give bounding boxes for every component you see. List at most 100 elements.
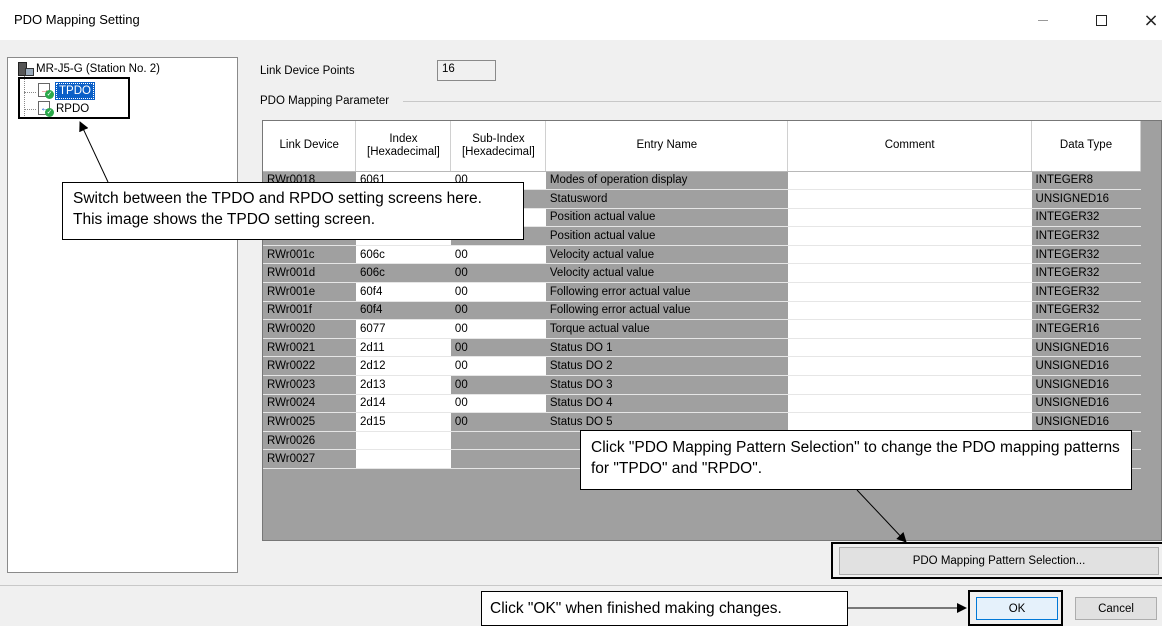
entry-name-cell: Status DO 4 bbox=[545, 394, 788, 414]
comment-cell[interactable] bbox=[787, 245, 1032, 265]
comment-cell[interactable] bbox=[787, 189, 1032, 209]
sub-index-cell: 00 bbox=[450, 375, 546, 395]
link-device-cell: RWr0027 bbox=[263, 449, 356, 469]
window-title: PDO Mapping Setting bbox=[14, 12, 140, 27]
comment-cell[interactable] bbox=[787, 171, 1032, 191]
comment-cell[interactable] bbox=[787, 394, 1032, 414]
table-row[interactable]: RWr0022 2d12 00 Status DO 2 UNSIGNED16 bbox=[263, 356, 1141, 377]
sub-index-cell: 00 bbox=[450, 338, 546, 358]
sub-index-cell: 00 bbox=[450, 301, 546, 321]
index-cell: 2d12 bbox=[355, 356, 451, 377]
sub-index-cell bbox=[450, 431, 546, 451]
close-button[interactable]: × bbox=[1128, 6, 1162, 34]
column-header: Link Device bbox=[263, 121, 357, 172]
entry-name-cell: Position actual value bbox=[545, 208, 788, 228]
comment-cell[interactable] bbox=[787, 282, 1032, 302]
data-type-cell: INTEGER8 bbox=[1031, 171, 1141, 191]
close-icon: × bbox=[1143, 9, 1159, 31]
index-cell: 60f4 bbox=[355, 282, 451, 302]
index-cell bbox=[355, 449, 451, 469]
station-tree: MR-J5-G (Station No. 2) → ✓ TPDO ← ✓ RPDO bbox=[7, 57, 238, 573]
index-cell: 2d15 bbox=[355, 412, 451, 432]
comment-cell[interactable] bbox=[787, 338, 1032, 358]
bottom-divider bbox=[0, 585, 1162, 586]
sub-index-cell: 00 bbox=[450, 356, 546, 377]
data-type-cell: UNSIGNED16 bbox=[1031, 356, 1141, 377]
entry-name-cell: Status DO 5 bbox=[545, 412, 788, 432]
comment-cell[interactable] bbox=[787, 375, 1032, 395]
tree-highlight-frame bbox=[18, 77, 130, 119]
minimize-button[interactable] bbox=[1020, 6, 1066, 34]
comment-cell[interactable] bbox=[787, 356, 1032, 377]
cancel-button[interactable]: Cancel bbox=[1075, 597, 1157, 620]
comment-cell[interactable] bbox=[787, 208, 1032, 228]
tree-root-label: MR-J5-G (Station No. 2) bbox=[36, 62, 160, 75]
comment-cell[interactable] bbox=[787, 226, 1032, 246]
maximize-button[interactable] bbox=[1078, 6, 1124, 34]
index-cell: 2d11 bbox=[355, 338, 451, 358]
table-row[interactable]: RWr001c 606c 00 Velocity actual value INTEGE… bbox=[263, 245, 1141, 265]
column-header: Index [Hexadecimal] bbox=[355, 121, 452, 172]
entry-name-cell: Velocity actual value bbox=[545, 245, 788, 265]
ok-button-highlight-frame bbox=[968, 590, 1063, 626]
comment-cell[interactable] bbox=[787, 319, 1032, 339]
table-row[interactable]: RWr001d 606c 00 Velocity actual value INTEGE… bbox=[263, 263, 1141, 284]
link-device-cell: RWr0025 bbox=[263, 412, 356, 432]
comment-cell[interactable] bbox=[787, 263, 1032, 284]
entry-name-cell: Following error actual value bbox=[545, 282, 788, 302]
link-device-points-label: Link Device Points bbox=[260, 65, 355, 77]
column-header: Sub-Index [Hexadecimal] bbox=[450, 121, 547, 172]
link-device-cell: RWr0021 bbox=[263, 338, 356, 358]
comment-cell[interactable] bbox=[787, 301, 1032, 321]
table-row[interactable]: RWr001e 60f4 00 Following error actual valu… bbox=[263, 282, 1141, 302]
group-divider bbox=[403, 101, 1161, 102]
link-device-cell: RWr0024 bbox=[263, 394, 356, 414]
pattern-button-highlight-frame bbox=[831, 542, 1162, 579]
pdo-mapping-setting-window: PDO Mapping Setting × MR-J5-G (Station N… bbox=[0, 0, 1162, 626]
link-device-cell: RWr0020 bbox=[263, 319, 356, 339]
sub-index-cell: 00 bbox=[450, 282, 546, 302]
data-type-cell: INTEGER32 bbox=[1031, 245, 1141, 265]
link-device-cell: RWr001c bbox=[263, 245, 356, 265]
data-type-cell: INTEGER32 bbox=[1031, 301, 1141, 321]
data-type-cell: UNSIGNED16 bbox=[1031, 394, 1141, 414]
link-device-cell: RWr0022 bbox=[263, 356, 356, 377]
table-row[interactable]: RWr001f 60f4 00 Following error actual valu… bbox=[263, 301, 1141, 321]
column-header: Data Type bbox=[1031, 121, 1141, 172]
table-row[interactable]: RWr0025 2d15 00 Status DO 5 UNSIGNED16 bbox=[263, 412, 1141, 432]
pdo-mapping-table: Link Device Index [Hexadecimal] Sub-Index … bbox=[263, 121, 1141, 469]
entry-name-cell: Position actual value bbox=[545, 226, 788, 246]
sub-index-cell: 00 bbox=[450, 263, 546, 284]
callout-pattern-selection: Click "PDO Mapping Pattern Selection" to… bbox=[580, 430, 1132, 490]
sub-index-cell: 00 bbox=[450, 412, 546, 432]
sub-index-cell bbox=[450, 449, 546, 469]
link-device-cell: RWr0023 bbox=[263, 375, 356, 395]
index-cell bbox=[355, 431, 451, 451]
data-type-cell: UNSIGNED16 bbox=[1031, 375, 1141, 395]
entry-name-cell: Status DO 2 bbox=[545, 356, 788, 377]
pdo-mapping-parameter-label: PDO Mapping Parameter bbox=[260, 95, 390, 107]
table-row[interactable]: RWr0020 6077 00 Torque actual value INTEGER1… bbox=[263, 319, 1141, 339]
data-type-cell: UNSIGNED16 bbox=[1031, 189, 1141, 209]
link-device-cell: RWr001f bbox=[263, 301, 356, 321]
entry-name-cell: Status DO 1 bbox=[545, 338, 788, 358]
entry-name-cell: Following error actual value bbox=[545, 301, 788, 321]
link-device-points-field: 16 bbox=[437, 60, 496, 81]
tree-root-station[interactable]: MR-J5-G (Station No. 2) bbox=[18, 62, 160, 76]
data-type-cell: INTEGER16 bbox=[1031, 319, 1141, 339]
index-cell: 606c bbox=[355, 263, 451, 284]
callout-ok: Click "OK" when finished making changes. bbox=[481, 591, 848, 626]
entry-name-cell: Status DO 3 bbox=[545, 375, 788, 395]
comment-cell[interactable] bbox=[787, 412, 1032, 432]
entry-name-cell: Torque actual value bbox=[545, 319, 788, 339]
table-row[interactable]: RWr0024 2d14 00 Status DO 4 UNSIGNED16 bbox=[263, 394, 1141, 414]
callout-tree-switch: Switch between the TPDO and RPDO setting… bbox=[62, 182, 524, 240]
station-icon bbox=[18, 62, 34, 76]
data-type-cell: INTEGER32 bbox=[1031, 263, 1141, 284]
table-row[interactable]: RWr0021 2d11 00 Status DO 1 UNSIGNED16 bbox=[263, 338, 1141, 358]
column-header: Comment bbox=[787, 121, 1033, 172]
index-cell: 2d13 bbox=[355, 375, 451, 395]
entry-name-cell: Modes of operation display bbox=[545, 171, 788, 191]
minimize-icon bbox=[1038, 19, 1048, 21]
table-row[interactable]: RWr0023 2d13 00 Status DO 3 UNSIGNED16 bbox=[263, 375, 1141, 395]
